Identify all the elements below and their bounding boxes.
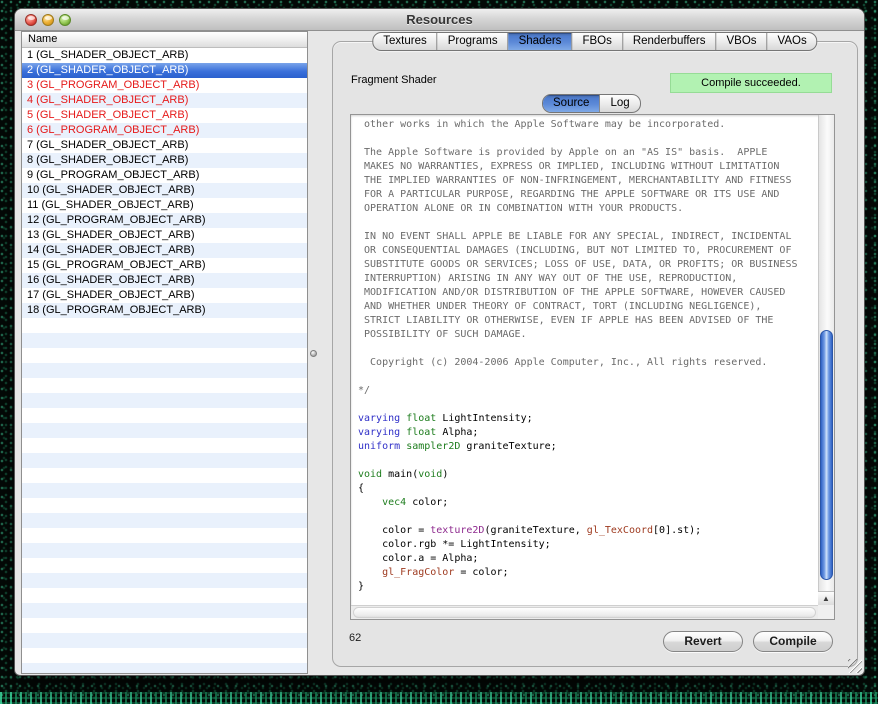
splitter-dimple[interactable] xyxy=(310,350,317,357)
resource-list: Name 1 (GL_SHADER_OBJECT_ARB)2 (GL_SHADE… xyxy=(21,31,308,674)
scroll-up-icon[interactable]: ▲ xyxy=(818,591,834,605)
list-item[interactable]: 7 (GL_SHADER_OBJECT_ARB) xyxy=(22,138,307,153)
resize-grip[interactable] xyxy=(848,659,862,673)
code-line: color = texture2D(graniteTexture, gl_Tex… xyxy=(358,524,818,538)
list-item[interactable]: 9 (GL_PROGRAM_OBJECT_ARB) xyxy=(22,168,307,183)
code-line: THE IMPLIED WARRANTIES OF NON-INFRINGEME… xyxy=(358,174,818,188)
tab-textures[interactable]: Textures xyxy=(373,33,437,50)
tab-shaders[interactable]: Shaders xyxy=(509,33,573,50)
shader-source-editor: other works in which the Apple Software … xyxy=(350,114,835,620)
tab-programs[interactable]: Programs xyxy=(438,33,509,50)
code-line: The Apple Software is provided by Apple … xyxy=(358,146,818,160)
line-count-label: 62 xyxy=(349,632,361,644)
view-tab-source[interactable]: Source xyxy=(543,95,600,112)
list-item[interactable]: 14 (GL_SHADER_OBJECT_ARB) xyxy=(22,243,307,258)
code-line xyxy=(358,398,818,412)
desktop-pattern-strip xyxy=(0,692,878,704)
list-column-header-name[interactable]: Name xyxy=(22,32,307,48)
tab-vbos[interactable]: VBOs xyxy=(717,33,768,50)
list-item[interactable]: 10 (GL_SHADER_OBJECT_ARB) xyxy=(22,183,307,198)
code-line: SUBSTITUTE GOODS OR SERVICES; LOSS OF US… xyxy=(358,258,818,272)
list-item[interactable]: 1 (GL_SHADER_OBJECT_ARB) xyxy=(22,48,307,63)
resource-tabview: TexturesProgramsShadersFBOsRenderbuffers… xyxy=(332,41,858,667)
code-line xyxy=(358,510,818,524)
code-line: */ xyxy=(358,384,818,398)
code-line xyxy=(358,454,818,468)
list-item[interactable]: 16 (GL_SHADER_OBJECT_ARB) xyxy=(22,273,307,288)
code-line: color.rgb *= LightIntensity; xyxy=(358,538,818,552)
list-item[interactable]: 13 (GL_SHADER_OBJECT_ARB) xyxy=(22,228,307,243)
code-line: STRICT LIABILITY OR OTHERWISE, EVEN IF A… xyxy=(358,314,818,328)
code-line: void main(void) xyxy=(358,468,818,482)
tab-vaos[interactable]: VAOs xyxy=(768,33,817,50)
shader-type-label: Fragment Shader xyxy=(351,74,437,86)
compile-status-badge: Compile succeeded. xyxy=(670,73,832,93)
code-line: vec4 color; xyxy=(358,496,818,510)
code-line: INTERRUPTION) ARISING IN ANY WAY OUT OF … xyxy=(358,272,818,286)
horizontal-scrollbar-track[interactable] xyxy=(353,607,816,618)
code-line: uniform sampler2D graniteTexture; xyxy=(358,440,818,454)
code-line xyxy=(358,370,818,384)
compile-button[interactable]: Compile xyxy=(753,631,833,652)
list-item[interactable]: 18 (GL_PROGRAM_OBJECT_ARB) xyxy=(22,303,307,318)
list-item[interactable]: 6 (GL_PROGRAM_OBJECT_ARB) xyxy=(22,123,307,138)
list-item[interactable]: 11 (GL_SHADER_OBJECT_ARB) xyxy=(22,198,307,213)
tab-fbos[interactable]: FBOs xyxy=(572,33,622,50)
code-line: MODIFICATION AND/OR DISTRIBUTION OF THE … xyxy=(358,286,818,300)
window-title: Resources xyxy=(15,12,864,27)
code-line: varying float Alpha; xyxy=(358,426,818,440)
revert-button[interactable]: Revert xyxy=(663,631,743,652)
code-line xyxy=(358,342,818,356)
list-item[interactable]: 8 (GL_SHADER_OBJECT_ARB) xyxy=(22,153,307,168)
code-line: gl_FragColor = color; xyxy=(358,566,818,580)
code-line: AND WHETHER UNDER THEORY OF CONTRACT, TO… xyxy=(358,300,818,314)
code-line xyxy=(358,216,818,230)
scrollbar-corner xyxy=(818,605,834,619)
horizontal-scrollbar[interactable] xyxy=(351,605,818,619)
code-line: FOR A PARTICULAR PURPOSE, REGARDING THE … xyxy=(358,188,818,202)
source-log-tabs: SourceLog xyxy=(542,94,641,113)
list-item[interactable]: 17 (GL_SHADER_OBJECT_ARB) xyxy=(22,288,307,303)
vertical-scrollbar-thumb[interactable] xyxy=(820,330,833,580)
list-item[interactable]: 5 (GL_SHADER_OBJECT_ARB) xyxy=(22,108,307,123)
list-item[interactable]: 4 (GL_SHADER_OBJECT_ARB) xyxy=(22,93,307,108)
code-line: IN NO EVENT SHALL APPLE BE LIABLE FOR AN… xyxy=(358,230,818,244)
resource-tabs: TexturesProgramsShadersFBOsRenderbuffers… xyxy=(372,32,817,51)
vertical-scrollbar[interactable] xyxy=(818,115,834,607)
code-line: other works in which the Apple Software … xyxy=(358,118,818,132)
code-line xyxy=(358,132,818,146)
resource-list-rows: 1 (GL_SHADER_OBJECT_ARB)2 (GL_SHADER_OBJ… xyxy=(22,48,307,673)
titlebar[interactable]: Resources xyxy=(15,9,864,31)
code-line: MAKES NO WARRANTIES, EXPRESS OR IMPLIED,… xyxy=(358,160,818,174)
view-tab-log[interactable]: Log xyxy=(600,95,639,112)
list-item[interactable]: 3 (GL_PROGRAM_OBJECT_ARB) xyxy=(22,78,307,93)
resources-window: Resources Name 1 (GL_SHADER_OBJECT_ARB)2… xyxy=(14,8,865,676)
code-line: color.a = Alpha; xyxy=(358,552,818,566)
code-line: OPERATION ALONE OR IN COMBINATION WITH Y… xyxy=(358,202,818,216)
desktop: { "window": { "title": "Resources" }, "t… xyxy=(0,0,878,704)
list-item[interactable]: 2 (GL_SHADER_OBJECT_ARB) xyxy=(22,63,307,78)
code-line: OR CONSEQUENTIAL DAMAGES (INCLUDING, BUT… xyxy=(358,244,818,258)
tab-renderbuffers[interactable]: Renderbuffers xyxy=(623,33,717,50)
code-line: POSSIBILITY OF SUCH DAMAGE. xyxy=(358,328,818,342)
code-line: { xyxy=(358,482,818,496)
code-line: Copyright (c) 2004-2006 Apple Computer, … xyxy=(358,356,818,370)
shader-source-text[interactable]: other works in which the Apple Software … xyxy=(351,115,818,605)
code-line: varying float LightIntensity; xyxy=(358,412,818,426)
list-item[interactable]: 12 (GL_PROGRAM_OBJECT_ARB) xyxy=(22,213,307,228)
code-line: } xyxy=(358,580,818,594)
list-item[interactable]: 15 (GL_PROGRAM_OBJECT_ARB) xyxy=(22,258,307,273)
